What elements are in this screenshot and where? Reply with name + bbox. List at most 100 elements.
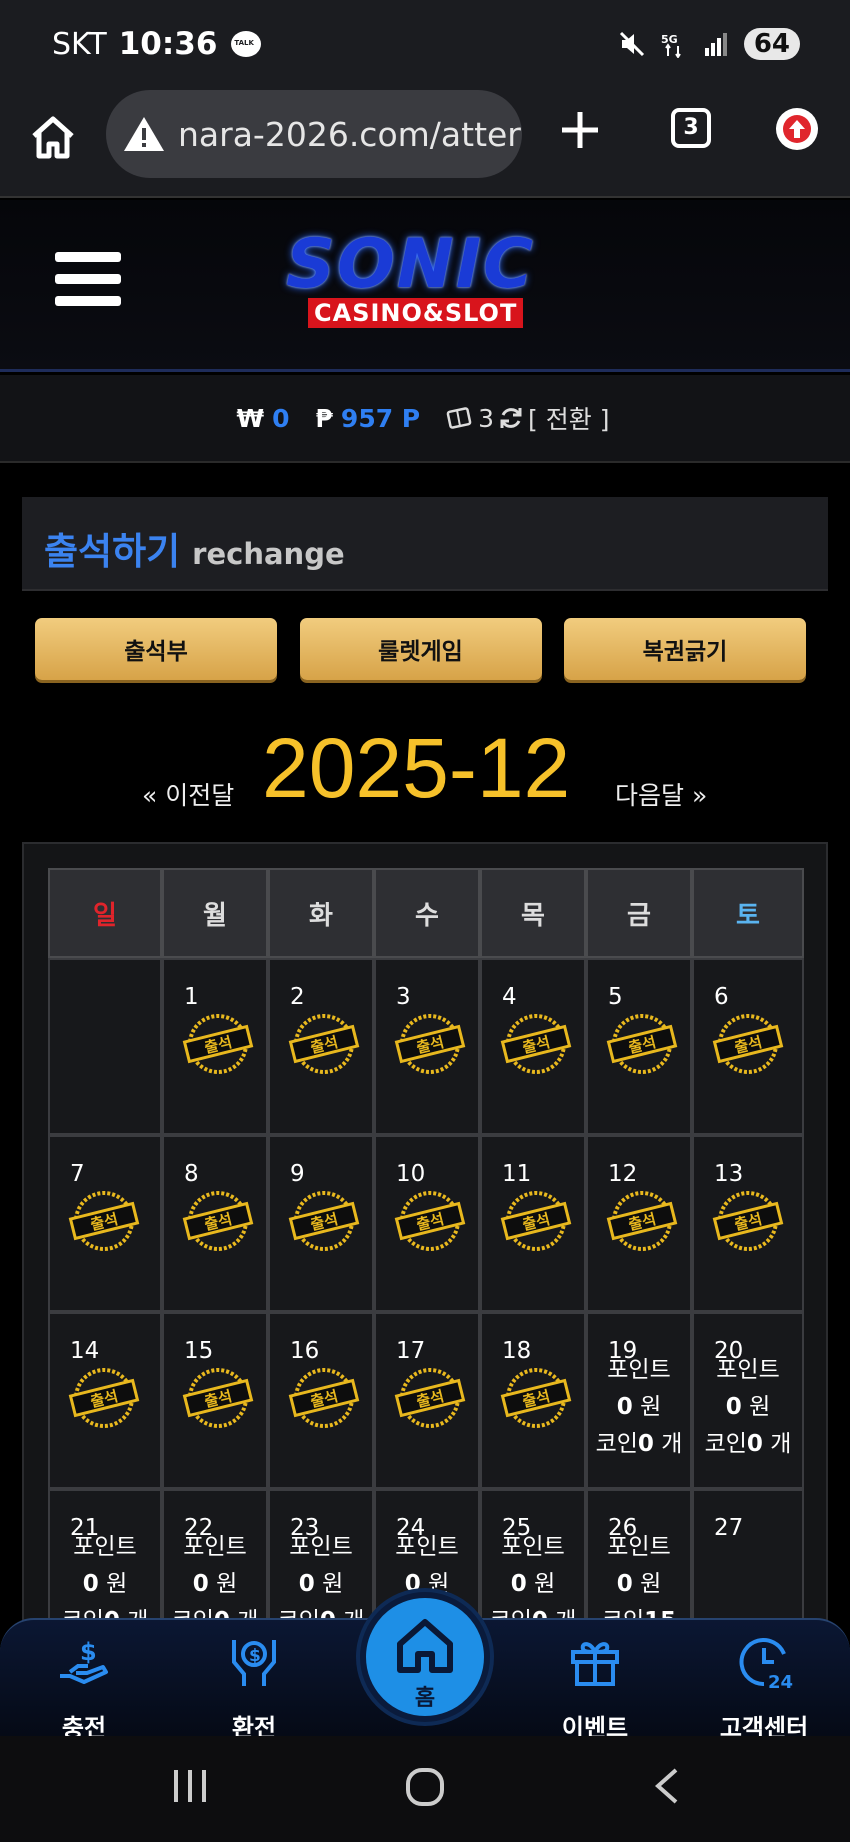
reward-coin-label: 코인 <box>595 1431 638 1457</box>
calendar-day-cell[interactable]: 15 출석 <box>162 1312 268 1489</box>
day-number: 5 <box>608 984 623 1010</box>
reward-point-label: 포인트 <box>289 1534 353 1560</box>
reward-point-label: 포인트 <box>716 1357 780 1383</box>
reward-won-unit: 원 <box>322 1571 344 1597</box>
calendar-day-cell[interactable]: 11 출석 <box>480 1135 586 1312</box>
back-icon[interactable] <box>652 1766 682 1806</box>
nav-home[interactable]: 홈 <box>360 1592 490 1722</box>
warning-icon[interactable] <box>122 114 166 154</box>
attendance-stamp-icon: 출석 <box>498 1189 574 1253</box>
reward-point-label: 포인트 <box>395 1534 459 1560</box>
reward-point-label: 포인트 <box>501 1534 565 1560</box>
weekday-header: 목 <box>480 868 586 958</box>
reward-point-value: 0 <box>82 1571 99 1597</box>
reward-point-value: 0 <box>616 1571 633 1597</box>
address-bar[interactable]: nara-2026.com/atter <box>106 90 522 178</box>
day-reward-info: 포인트 0 원코인0 개 <box>588 1352 690 1463</box>
calendar-day-cell[interactable]: 12 출석 <box>586 1135 692 1312</box>
browser-toolbar: nara-2026.com/atter 3 <box>0 90 850 198</box>
won-icon: ₩ <box>236 403 265 433</box>
refresh-icon[interactable] <box>498 405 524 431</box>
attendance-stamp-icon: 출석 <box>286 1366 362 1430</box>
calendar-day-cell[interactable]: 4 출석 <box>480 958 586 1135</box>
day-number: 1 <box>184 984 199 1010</box>
day-number: 2 <box>290 984 305 1010</box>
reward-point-row: 0 원 <box>50 1566 160 1603</box>
site-logo[interactable]: SONIC CASINO&SLOT <box>286 230 570 334</box>
calendar-day-cell[interactable]: 9 출석 <box>268 1135 374 1312</box>
calendar-day-cell[interactable]: 2 출석 <box>268 958 374 1135</box>
page-title: 출석하기 <box>44 530 181 573</box>
day-number: 16 <box>290 1338 320 1364</box>
calendar-day-cell[interactable]: 8 출석 <box>162 1135 268 1312</box>
site-header: SONIC CASINO&SLOT <box>0 200 850 372</box>
browser-home-icon[interactable] <box>28 112 78 162</box>
calendar-day-cell[interactable]: 20 포인트 0 원 코인0 개 <box>692 1312 804 1489</box>
day-number: 10 <box>396 1161 426 1187</box>
calendar-day-cell[interactable]: 5 출석 <box>586 958 692 1135</box>
calendar-day-cell[interactable] <box>48 958 162 1135</box>
day-number: 12 <box>608 1161 638 1187</box>
won-balance: 0 <box>272 403 290 433</box>
reward-point-label: 포인트 <box>607 1357 671 1383</box>
reward-point-row: 0 원 <box>694 1389 802 1426</box>
carrier-label: SKT <box>52 26 107 62</box>
reward-won-unit: 원 <box>749 1394 771 1420</box>
calendar-day-cell[interactable]: 17 출석 <box>374 1312 480 1489</box>
new-tab-icon[interactable] <box>558 108 602 152</box>
reward-coin-value: 0 <box>746 1431 763 1457</box>
reward-point-value: 0 <box>725 1394 742 1420</box>
calendar-day-cell[interactable]: 10 출석 <box>374 1135 480 1312</box>
nav-exchange[interactable]: $ 환전 <box>194 1632 314 1743</box>
attendance-button[interactable]: 출석부 <box>35 618 277 680</box>
page-title-box: 출석하기 rechange <box>22 497 828 591</box>
day-number: 9 <box>290 1161 305 1187</box>
battery-indicator: 64 <box>743 28 800 60</box>
system-home-icon[interactable] <box>404 1766 446 1808</box>
reward-won-unit: 원 <box>216 1571 238 1597</box>
reward-point-row: 0 원 <box>588 1389 690 1426</box>
calendar-day-cell[interactable]: 18 출석 <box>480 1312 586 1489</box>
svg-text:24: 24 <box>768 1672 793 1692</box>
nav-charge[interactable]: $ 충전 <box>24 1632 144 1743</box>
reward-point-value: 0 <box>616 1394 633 1420</box>
clock: 10:36 <box>118 26 218 62</box>
reward-point-row: 0 원 <box>270 1566 372 1603</box>
roulette-button[interactable]: 룰렛게임 <box>299 618 542 680</box>
weekday-header: 수 <box>374 868 480 958</box>
calendar-day-cell[interactable]: 14 출석 <box>48 1312 162 1489</box>
weekday-header: 화 <box>268 868 374 958</box>
day-number: 15 <box>184 1338 214 1364</box>
calendar-day-cell[interactable]: 7 출석 <box>48 1135 162 1312</box>
point-balance: 957 P <box>340 403 421 433</box>
calendar-day-cell[interactable]: 13 출석 <box>692 1135 804 1312</box>
support-24-icon: 24 <box>739 1638 793 1693</box>
menu-icon[interactable] <box>55 252 121 310</box>
update-button[interactable] <box>776 108 818 150</box>
gift-icon <box>571 1642 619 1686</box>
day-number: 6 <box>714 984 729 1010</box>
reward-won-unit: 원 <box>640 1571 662 1597</box>
calendar-day-cell[interactable]: 16 출석 <box>268 1312 374 1489</box>
calendar-day-cell[interactable]: 1 출석 <box>162 958 268 1135</box>
nav-event[interactable]: 이벤트 <box>535 1632 655 1743</box>
calendar-week: 14 출석 15 출석 16 출석 17 출석 18 출석 19 포인트 0 원 코인0 개 20 포인트 0 … <box>48 1312 806 1489</box>
recent-apps-icon[interactable] <box>170 1766 210 1806</box>
reward-coin-row: 코인0 개 <box>588 1426 690 1463</box>
reward-coin-label: 코인 <box>704 1431 747 1457</box>
scratch-lottery-button[interactable]: 복권긁기 <box>564 618 806 680</box>
calendar-day-cell[interactable]: 19 포인트 0 원 코인0 개 <box>586 1312 692 1489</box>
calendar-day-cell[interactable]: 3 출석 <box>374 958 480 1135</box>
charge-icon: $ <box>60 1638 108 1684</box>
next-month-link[interactable]: 다음달 » <box>615 776 707 812</box>
feature-buttons: 출석부 룰렛게임 복권긁기 <box>35 618 806 680</box>
switch-link[interactable]: [ 전환 ] <box>528 400 609 436</box>
prev-month-link[interactable]: « 이전달 <box>142 776 234 812</box>
url-text[interactable]: nara-2026.com/atter <box>178 115 521 154</box>
tab-switcher-button[interactable]: 3 <box>671 108 711 148</box>
attendance-stamp-icon: 출석 <box>66 1189 142 1253</box>
day-number: 13 <box>714 1161 744 1187</box>
nav-support[interactable]: 24 고객센터 <box>704 1632 824 1743</box>
day-number: 17 <box>396 1338 426 1364</box>
calendar-day-cell[interactable]: 6 출석 <box>692 958 804 1135</box>
